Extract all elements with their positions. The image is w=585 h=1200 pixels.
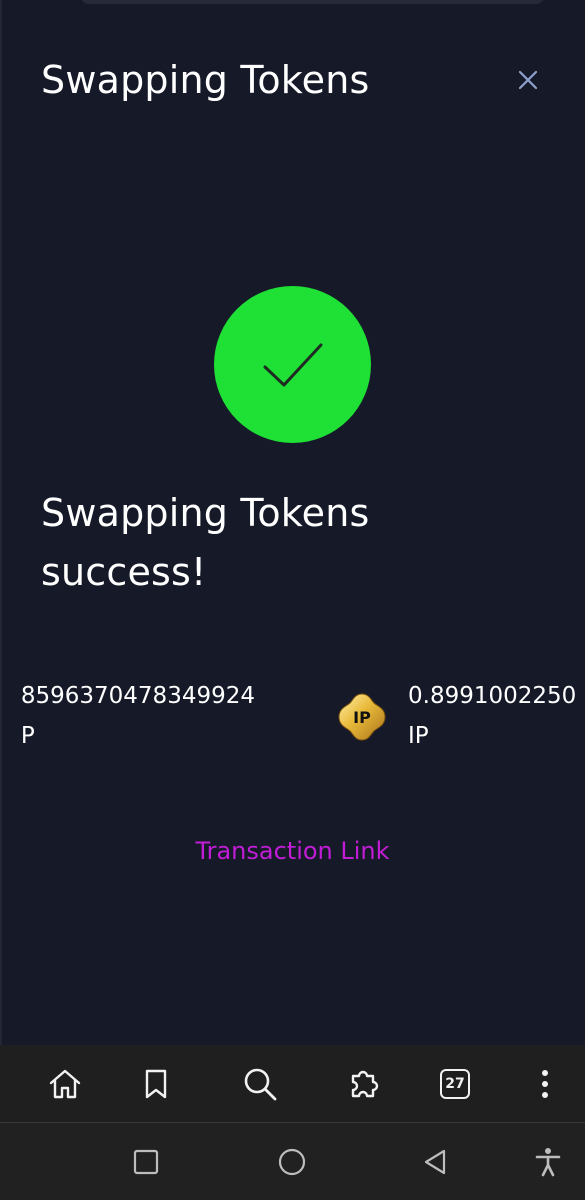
back-button[interactable] <box>410 1137 460 1187</box>
modal-title: Swapping Tokens <box>41 58 370 102</box>
ip-token-label: IP <box>353 708 371 727</box>
accessibility-button[interactable] <box>523 1137 573 1187</box>
tab-count: 27 <box>445 1076 465 1092</box>
success-status-circle <box>214 286 371 443</box>
tabs-icon: 27 <box>440 1069 470 1099</box>
tabs-button[interactable]: 27 <box>430 1059 480 1109</box>
search-button[interactable] <box>235 1059 285 1109</box>
swap-to-value: 0.8991002250 <box>408 683 577 709</box>
success-message: Swapping Tokens success! <box>41 491 370 594</box>
swap-from-amount: 8596370478349924 P <box>21 676 255 756</box>
accessibility-icon <box>535 1148 561 1177</box>
ip-token-icon: IP <box>336 691 388 743</box>
home-button[interactable] <box>40 1059 90 1109</box>
system-navigation-bar <box>0 1122 585 1200</box>
search-icon <box>244 1068 277 1101</box>
bookmark-button[interactable] <box>131 1059 181 1109</box>
close-button[interactable] <box>508 60 548 100</box>
extensions-icon <box>351 1070 379 1098</box>
more-vertical-icon <box>542 1070 548 1098</box>
more-menu-button[interactable] <box>520 1059 570 1109</box>
browser-bottom-toolbar: 27 <box>0 1045 585 1122</box>
extensions-button[interactable] <box>340 1059 390 1109</box>
checkmark-icon <box>263 343 322 386</box>
swap-to-amount: 0.8991002250 IP <box>408 676 576 756</box>
swap-to-unit: IP <box>408 723 429 749</box>
system-home-button[interactable] <box>267 1137 317 1187</box>
bookmark-icon <box>145 1069 167 1099</box>
screen: Swapping Tokens Swapping Tokens success!… <box>0 0 585 1200</box>
top-handle <box>80 0 545 4</box>
back-icon <box>424 1149 446 1175</box>
home-circle-icon <box>278 1148 306 1176</box>
transaction-link[interactable]: Transaction Link <box>0 833 585 869</box>
modal-left-edge <box>0 0 2 1045</box>
swap-from-unit: P <box>20 723 35 749</box>
close-icon <box>518 70 538 90</box>
swap-from-value: 8596370478349924 <box>20 683 255 709</box>
recent-apps-button[interactable] <box>121 1137 171 1187</box>
recent-apps-icon <box>133 1149 159 1175</box>
home-icon <box>49 1069 81 1099</box>
